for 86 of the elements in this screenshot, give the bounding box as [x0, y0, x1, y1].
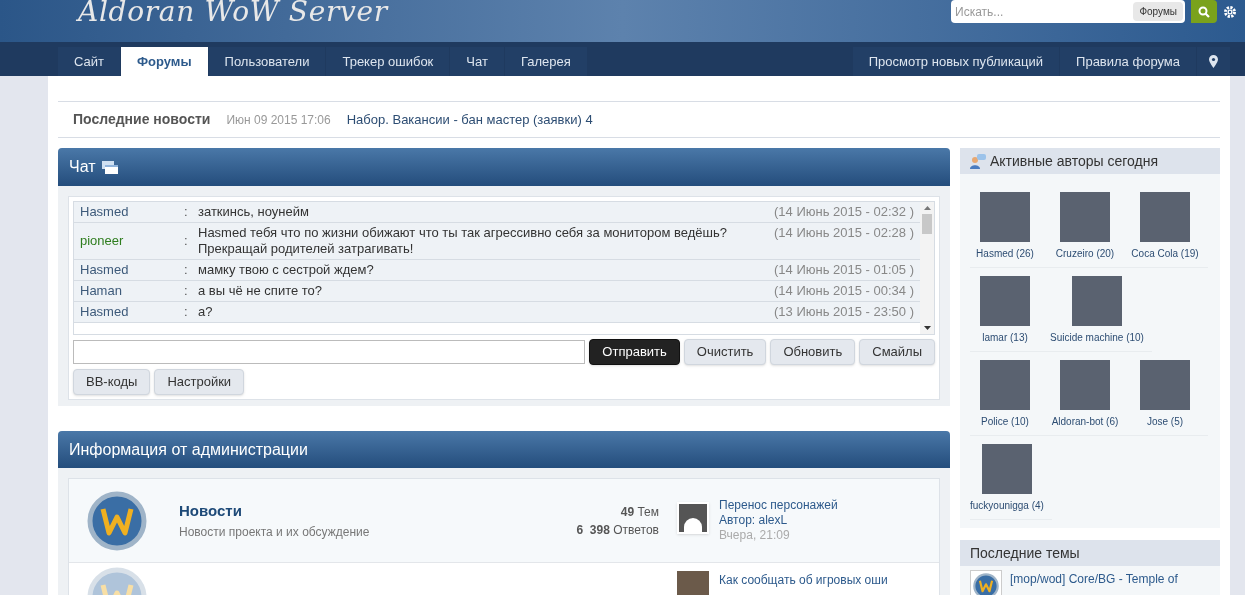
chat-button[interactable]: Настройки	[154, 369, 245, 395]
user-chat-icon	[970, 153, 986, 169]
nav-link[interactable]	[1197, 47, 1230, 76]
replies-count: 6 398 Ответов	[576, 521, 659, 539]
avatar-placeholder[interactable]	[980, 192, 1030, 242]
search-icon	[1198, 5, 1210, 18]
nav-tab[interactable]: Пользователи	[208, 47, 326, 76]
ticker-headline[interactable]: Набор. Вакансии - бан мастер (заявки) 4	[346, 109, 593, 130]
chat-button[interactable]: Обновить	[770, 339, 856, 365]
settings-icon[interactable]	[1223, 4, 1237, 19]
topic-link[interactable]: [mop/wod] Core/BG - Temple of	[1010, 570, 1178, 595]
chat-timestamp: (14 Июнь 2015 - 02:32 )	[774, 204, 914, 220]
chat-separator: :	[184, 283, 189, 299]
chat-message-text: а вы чё не спите то?	[198, 283, 324, 299]
avatar-silhouette-icon	[677, 502, 709, 534]
avatar-placeholder	[677, 571, 709, 595]
chat-button[interactable]: Смайлы	[859, 339, 935, 365]
avatar-placeholder[interactable]	[1140, 360, 1190, 410]
avatar-placeholder[interactable]	[980, 276, 1030, 326]
emblem-icon	[87, 490, 147, 551]
last-post-time: Вчера, 21:09	[719, 528, 791, 543]
avatar-placeholder[interactable]	[1140, 192, 1190, 242]
avatar-placeholder[interactable]	[980, 360, 1030, 410]
author-name[interactable]: Coca Cola (19)	[1131, 246, 1199, 261]
site-logo[interactable]: Aldoran WoW Server	[78, 0, 388, 24]
nav-tab[interactable]: Сайт	[58, 47, 120, 76]
forum-title[interactable]: Новости	[179, 500, 370, 523]
nav-tab[interactable]: Чат	[450, 47, 504, 76]
scrollbar[interactable]	[920, 202, 934, 334]
chat-input-field[interactable]	[73, 340, 586, 364]
chat-username[interactable]: Hasmed	[80, 304, 184, 320]
author-name[interactable]: Suicide machine (10)	[1050, 330, 1144, 345]
chat-message-text: заткинсь, ноунейм	[198, 204, 310, 220]
location-pin-icon	[1209, 55, 1218, 68]
scroll-up-icon[interactable]	[923, 206, 931, 210]
last-post-title[interactable]: Как сообщать об игровых оши	[719, 571, 888, 595]
author-name[interactable]: Police (10)	[981, 414, 1029, 429]
block-title: Активные авторы сегодня	[990, 151, 1158, 171]
author-name[interactable]: fuckyounigga (4)	[970, 498, 1044, 513]
block-title: Последние темы	[970, 543, 1080, 563]
ticker-label: Последние новости	[73, 110, 211, 129]
last-post-title[interactable]: Перенос персонажей	[719, 498, 838, 513]
author-name[interactable]: Cruzeiro (20)	[1055, 246, 1115, 261]
search-button[interactable]	[1191, 0, 1217, 23]
chat-message-text: а?	[198, 304, 214, 320]
chat-timestamp: (14 Июнь 2015 - 02:28 )	[774, 225, 914, 242]
last-post-author[interactable]: Автор: alexL	[719, 513, 838, 528]
chat-button[interactable]: Очистить	[683, 339, 767, 365]
chat-message-text: мамку твою с сестрой ждем?	[198, 262, 375, 278]
scrollbar-thumb[interactable]	[922, 214, 932, 234]
forum-description: Новости проекта и их обсуждение	[179, 523, 370, 541]
nav-link[interactable]: Просмотр новых публикаций	[852, 47, 1060, 76]
avatar-placeholder[interactable]	[1060, 360, 1110, 410]
chat-button[interactable]: Отправить	[589, 339, 680, 365]
topics-count: 49 Тем	[620, 503, 659, 521]
chat-timestamp: (14 Июнь 2015 - 00:34 )	[774, 283, 914, 299]
author-name[interactable]: Hasmed (26)	[976, 246, 1034, 261]
author-name[interactable]: lamar (13)	[982, 330, 1028, 345]
chat-username[interactable]: pioneer	[80, 233, 184, 249]
author-name[interactable]: Aldoran-bot (6)	[1051, 414, 1119, 429]
ticker-date: Июн 09 2015 17:06	[226, 111, 331, 129]
search-scope-button[interactable]: Форумы	[1133, 2, 1183, 21]
author-name[interactable]: Jose (5)	[1146, 414, 1184, 429]
nav-tab[interactable]: Галерея	[504, 47, 587, 76]
chat-timestamp: (14 Июнь 2015 - 01:05 )	[774, 262, 914, 278]
popout-window-icon[interactable]	[101, 160, 118, 174]
scroll-down-icon[interactable]	[923, 326, 931, 330]
chat-separator: :	[184, 304, 189, 320]
chat-username[interactable]: Haman	[80, 283, 184, 299]
chat-button[interactable]: BB-коды	[73, 369, 151, 395]
section-title: Информация от администрации	[69, 439, 308, 460]
chat-separator: :	[184, 233, 189, 249]
chat-separator: :	[184, 262, 189, 278]
nav-tab[interactable]: Форумы	[121, 47, 208, 76]
chat-separator: :	[184, 204, 189, 220]
avatar-placeholder[interactable]	[1071, 276, 1122, 326]
avatar-placeholder[interactable]	[1060, 192, 1110, 242]
nav-tab[interactable]: Трекер ошибок	[326, 47, 450, 76]
avatar-placeholder[interactable]	[981, 444, 1032, 494]
chat-title: Чат	[69, 157, 96, 177]
nav-link[interactable]: Правила форума	[1060, 47, 1196, 76]
chat-username[interactable]: Hasmed	[80, 204, 184, 220]
chat-username[interactable]: Hasmed	[80, 262, 184, 278]
chat-timestamp: (13 Июнь 2015 - 23:50 )	[774, 304, 914, 320]
search-field[interactable]: Искать... Форумы	[951, 0, 1185, 23]
chat-message-text: Hasmed тебя что по жизни обижают что ты так агрессивно себя за монитором ведёшь? Прекращай родителей затрагивать!	[198, 225, 728, 257]
